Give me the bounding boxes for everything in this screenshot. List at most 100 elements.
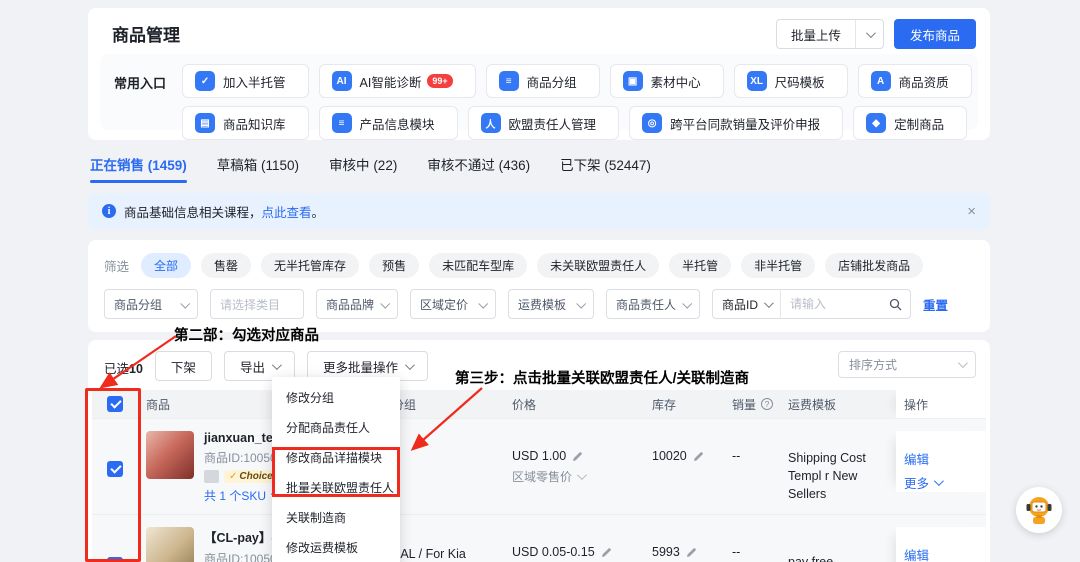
entry-label: 定制商品 (894, 114, 944, 133)
stock-cell: 5993 (644, 527, 724, 559)
chevron-down-icon (764, 298, 774, 308)
tab[interactable]: 审核中 (22) (329, 154, 397, 190)
product-mark-icon (204, 470, 219, 483)
brand-select[interactable]: 商品品牌 (316, 289, 398, 319)
entry-icon: ◆ (866, 113, 886, 133)
quick-entry-button[interactable]: ≡ 商品分组 (486, 64, 600, 98)
edit-link[interactable]: 编辑 (904, 449, 988, 468)
quick-entry-row-2: ▤ 商品知识库 ≡ 产品信息模块 人 欧盟责任人管理 ◎ 跨平台同款销量及评价申… (182, 106, 972, 140)
offshelf-button[interactable]: 下架 (155, 351, 212, 381)
product-management-page: 商品管理 批量上传 发布商品 常用入口 ✓ 加入半托管 AI AI智能诊断 99… (0, 0, 1080, 562)
search-input[interactable] (781, 297, 889, 311)
edit-link[interactable]: 编辑 (904, 545, 988, 562)
more-link[interactable]: 更多 (904, 473, 988, 492)
tab[interactable]: 草稿箱 (1150) (217, 154, 299, 190)
menu-item[interactable]: 批量关联欧盟责任人 (272, 472, 400, 502)
group-select[interactable]: 商品分组 (104, 289, 198, 319)
region-price-select[interactable]: 区域定价 (410, 289, 496, 319)
product-image[interactable] (146, 527, 194, 562)
price-cell: USD 1.00 区域零售价 (504, 431, 644, 485)
product-image[interactable] (146, 431, 194, 479)
filter-chip[interactable]: 非半托管 (741, 253, 815, 278)
owner-select[interactable]: 商品责任人 (606, 289, 700, 319)
close-icon[interactable]: × (967, 203, 976, 220)
select-all-checkbox[interactable] (107, 396, 123, 412)
quick-entry-button[interactable]: XL 尺码模板 (734, 64, 848, 98)
chevron-down-icon (272, 360, 282, 370)
batch-upload-button[interactable]: 批量上传 (777, 20, 855, 48)
help-icon[interactable]: ? (761, 398, 773, 410)
quick-entry-label: 常用入口 (114, 73, 166, 130)
col-shipping: 运费模板 (780, 390, 896, 418)
quick-entry-button[interactable]: A 商品资质 (858, 64, 972, 98)
edit-pencil-icon[interactable] (693, 450, 705, 462)
filter-chips: 全部售罄无半托管库存预售未匹配车型库未关联欧盟责任人半托管非半托管店铺批发商品 (141, 253, 923, 278)
filter-chip[interactable]: 无半托管库存 (261, 253, 359, 278)
edit-pencil-icon[interactable] (686, 546, 698, 558)
filter-chip[interactable]: 未匹配车型库 (429, 253, 527, 278)
menu-item[interactable]: 分配商品责任人 (272, 412, 400, 442)
row-checkbox[interactable] (107, 461, 123, 477)
category-input[interactable]: 请选择类目 (210, 289, 304, 319)
publish-product-button[interactable]: 发布商品 (894, 19, 976, 49)
menu-item[interactable]: 修改商品详描模块 (272, 442, 400, 472)
filter-chip[interactable]: 店铺批发商品 (825, 253, 923, 278)
entry-icon: 人 (481, 113, 501, 133)
entry-label: 尺码模板 (775, 72, 825, 91)
entry-icon: ≡ (499, 71, 519, 91)
chevron-down-icon (866, 28, 876, 38)
menu-item[interactable]: 修改运费模板 (272, 532, 400, 562)
chevron-down-icon (478, 298, 488, 308)
quick-entry-button[interactable]: ◆ 定制商品 (853, 106, 967, 140)
count-badge: 99+ (427, 74, 452, 88)
price-cell: USD 0.05-0.15 (504, 527, 644, 559)
entry-icon: ◎ (642, 113, 662, 133)
menu-item[interactable]: 关联制造商 (272, 502, 400, 532)
banner-link[interactable]: 点此查看 (262, 202, 312, 221)
group-cell (384, 431, 504, 449)
quick-entry-button[interactable]: ≡ 产品信息模块 (319, 106, 458, 140)
entry-icon: ▣ (623, 71, 643, 91)
quick-entry-row-1: ✓ 加入半托管 AI AI智能诊断 99+ ≡ 商品分组 ▣ 素材中心 XL 尺… (182, 64, 972, 98)
col-group: 分组 (384, 390, 504, 418)
sort-select[interactable]: 排序方式 (838, 351, 976, 378)
filter-chip[interactable]: 半托管 (669, 253, 731, 278)
entry-icon: A (871, 71, 891, 91)
id-search-combo: 商品ID (712, 289, 911, 319)
filter-chip[interactable]: 预售 (369, 253, 419, 278)
edit-pencil-icon[interactable] (601, 546, 613, 558)
entry-icon: ✓ (195, 71, 215, 91)
filter-label: 筛选 (104, 256, 129, 275)
menu-item[interactable]: 修改分组 (272, 382, 400, 412)
shipping-template-select[interactable]: 运费模板 (508, 289, 594, 319)
quick-entry-button[interactable]: ▤ 商品知识库 (182, 106, 309, 140)
quick-entry-button[interactable]: ✓ 加入半托管 (182, 64, 309, 98)
region-retail-price-toggle[interactable]: 区域零售价 (512, 468, 644, 485)
tab[interactable]: 审核不通过 (436) (427, 154, 530, 190)
entry-label: 商品知识库 (223, 114, 286, 133)
filter-chip[interactable]: 售罄 (201, 253, 251, 278)
row-checkbox[interactable] (107, 557, 123, 562)
table-header-row: 商品 分组 价格 库存 销量? 运费模板 操作 (92, 390, 986, 418)
chevron-down-icon (180, 298, 190, 308)
entry-label: AI智能诊断 (360, 72, 422, 91)
quick-entry-button[interactable]: ◎ 跨平台同款销量及评价申报 (629, 106, 843, 140)
quick-entry-button[interactable]: AI AI智能诊断 99+ (319, 64, 476, 98)
edit-pencil-icon[interactable] (572, 450, 584, 462)
reset-button[interactable]: 重置 (923, 295, 948, 314)
quick-entry-button[interactable]: ▣ 素材中心 (610, 64, 724, 98)
filter-card: 筛选 全部售罄无半托管库存预售未匹配车型库未关联欧盟责任人半托管非半托管店铺批发… (88, 240, 990, 332)
tab[interactable]: 已下架 (52447) (560, 154, 651, 190)
page-title: 商品管理 (112, 21, 180, 46)
filter-chip[interactable]: 全部 (141, 253, 191, 278)
id-type-select[interactable]: 商品ID (713, 290, 781, 318)
tab[interactable]: 正在销售 (1459) (90, 154, 187, 190)
filter-chip[interactable]: 未关联欧盟责任人 (537, 253, 659, 278)
quick-entry-button[interactable]: 人 欧盟责任人管理 (468, 106, 620, 140)
annotation-step2: 第二部：勾选对应商品 (174, 324, 319, 345)
search-icon[interactable] (889, 298, 902, 311)
batch-upload-split-button: 批量上传 (776, 19, 884, 49)
batch-upload-dropdown-toggle[interactable] (855, 20, 883, 48)
assistant-mascot-button[interactable] (1016, 487, 1062, 533)
action-cell: 编辑 更多 (896, 527, 988, 562)
